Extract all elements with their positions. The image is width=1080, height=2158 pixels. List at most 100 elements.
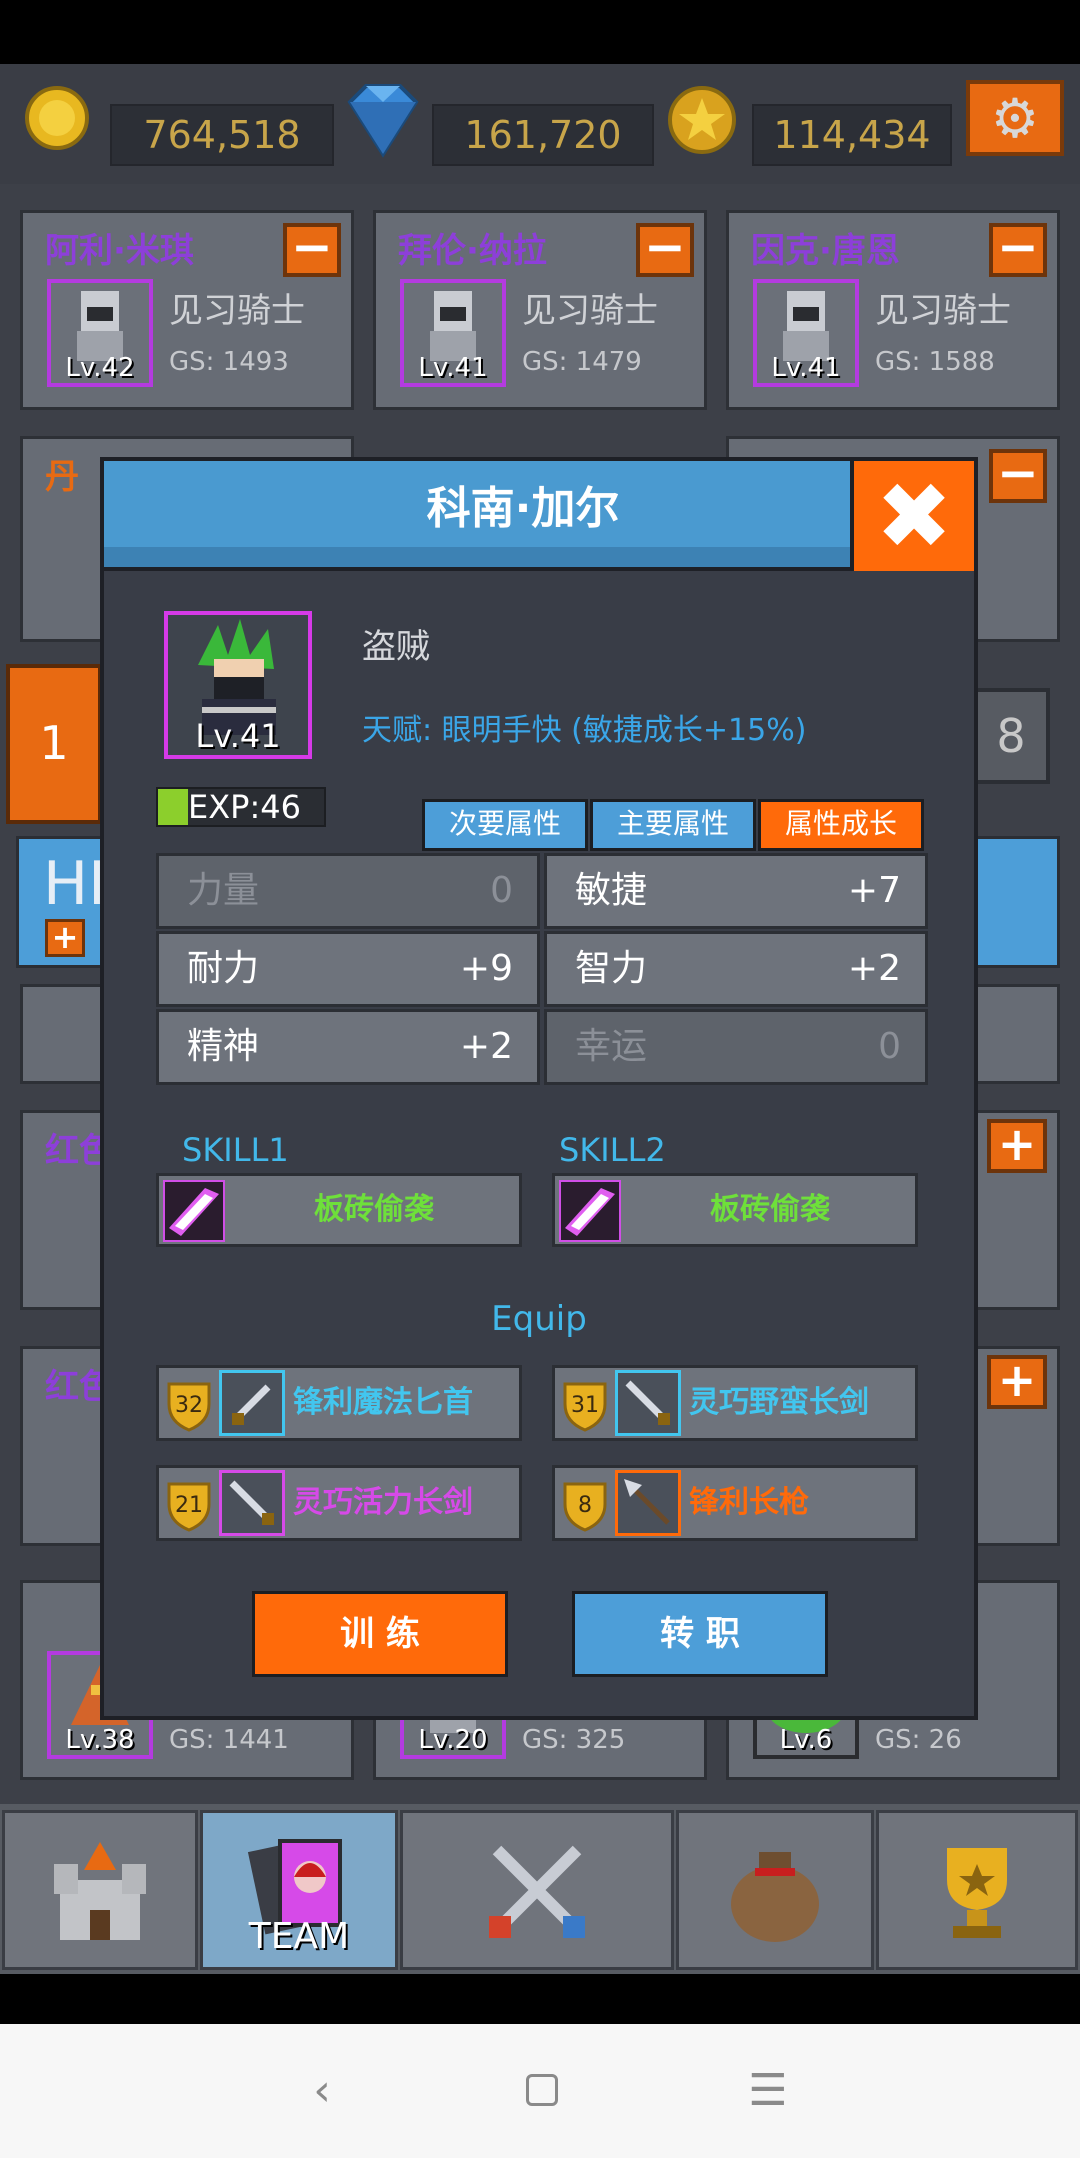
equip-title: Equip [491,1299,587,1339]
bag-icon [731,1852,819,1942]
hero-name: 丹 [45,457,79,497]
equip-level: 32 [175,1392,203,1418]
stat-stamina: 耐力 +9 [156,931,540,1007]
crossed-swords-icon [489,1845,585,1938]
tab-stat-growth[interactable]: 属性成长 [758,799,924,851]
stat-value: +2 [847,948,901,989]
spear-icon [615,1470,681,1536]
nav-castle[interactable] [2,1810,198,1970]
skill1-name: 板砖偷袭 [314,1192,434,1227]
skill2-slot[interactable]: 板砖偷袭 [552,1173,918,1247]
transfer-class-button[interactable]: 转 职 [572,1591,828,1677]
nav-bag[interactable] [676,1810,874,1970]
gold-coin-icon [22,82,100,160]
knight-avatar-icon [783,291,829,361]
resource-bar: 764,518 161,720 114,434 ⚙ [0,64,1080,184]
hero-level: Lv.38 [65,1725,135,1755]
hero-gs: GS: 1588 [875,347,995,377]
gear-icon: ⚙ [990,86,1040,150]
equip-slot[interactable]: 32 锋利魔法匕首 [156,1365,522,1441]
tab-secondary-stats[interactable]: 次要属性 [422,799,588,851]
equip-level: 31 [571,1392,599,1418]
hero-level: Lv.42 [65,353,135,383]
menu-icon[interactable]: ☰ [738,2060,798,2120]
equip-slot[interactable]: 21 灵巧活力长剑 [156,1465,522,1541]
skill1-label: SKILL1 [182,1131,289,1169]
equip-name: 灵巧野蛮长剑 [689,1385,869,1420]
settings-button[interactable]: ⚙ [966,80,1064,156]
banner-text: HI [43,849,106,919]
stat-intelligence: 智力 +2 [544,931,928,1007]
hero-gs: GS: 1493 [169,347,289,377]
exp-text: EXP:46 [188,788,301,826]
trophy-icon [947,1848,1007,1938]
train-button[interactable]: 训 练 [252,1591,508,1677]
hero-card[interactable]: 因克·唐恩 − Lv.41 见习骑士 GS: 1588 [726,210,1060,410]
nav-team[interactable]: TEAM [200,1810,398,1970]
skill2-label: SKILL2 [559,1131,666,1169]
stat-label: 幸运 [575,1026,648,1067]
slash-skill-icon [559,1180,621,1242]
skill1-slot[interactable]: 板砖偷袭 [156,1173,522,1247]
stat-value: 0 [490,870,513,911]
hero-name: 阿利·米琪 [45,231,194,271]
hero-gs: GS: 1479 [522,347,642,377]
hero-level: Lv.41 [418,353,488,383]
hero-gs: GS: 26 [875,1725,962,1755]
equip-slot[interactable]: 8 锋利长枪 [552,1465,918,1541]
equip-name: 灵巧活力长剑 [293,1485,473,1520]
hero-portrait: Lv.41 [400,279,506,387]
hero-card[interactable]: 阿利·米琪 − Lv.42 见习骑士 GS: 1493 [20,210,354,410]
system-nav-bar: ‹ ☰ [0,2024,1080,2158]
close-button[interactable]: ✖ [850,461,974,571]
game-screen: 764,518 161,720 114,434 ⚙ 阿利·米琪 − Lv.42 … [0,64,1080,1974]
dagger-icon [219,1370,285,1436]
stat-value: 0 [878,1026,901,1067]
remove-hero-button[interactable]: − [989,448,1047,503]
nav-team-label: TEAM [248,1916,350,1957]
add-hero-button[interactable]: + [987,1119,1047,1173]
skill2-name: 板砖偷袭 [710,1192,830,1227]
hero-portrait: Lv.41 [753,279,859,387]
modal-header: 科南·加尔 ✖ [104,461,974,571]
star-coin-icon [664,82,742,160]
remove-hero-button[interactable]: − [636,222,694,277]
stat-value: +2 [459,1026,513,1067]
castle-icon [54,1842,146,1940]
tab-primary-stats[interactable]: 主要属性 [590,799,756,851]
page-tab-right[interactable]: 8 [972,688,1050,784]
stat-label: 敏捷 [575,870,648,911]
remove-hero-button[interactable]: − [989,222,1047,277]
hero-name: 拜伦·纳拉 [398,231,547,271]
exp-bar: EXP:46 [156,787,326,827]
stat-spirit: 精神 +2 [156,1009,540,1085]
back-icon[interactable]: ‹ [292,2060,352,2120]
hero-class: 见习骑士 [522,291,658,331]
page-tab-left[interactable]: 1 [6,664,102,824]
shield-level-badge: 21 [165,1478,213,1532]
stat-label: 智力 [575,948,648,989]
equip-level: 8 [578,1492,592,1518]
gold-amount: 764,518 [110,104,334,166]
home-icon[interactable] [512,2060,572,2120]
app: 764,518 161,720 114,434 ⚙ 阿利·米琪 − Lv.42 … [0,0,1080,2158]
hero-portrait: Lv.42 [47,279,153,387]
equip-slot[interactable]: 31 灵巧野蛮长剑 [552,1365,918,1441]
shield-level-badge: 31 [561,1378,609,1432]
hero-talent: 天赋: 眼明手快 (敏捷成长+15%) [362,713,807,748]
shield-level-badge: 32 [165,1378,213,1432]
nav-battle[interactable] [400,1810,674,1970]
stat-value: +7 [847,870,901,911]
add-button[interactable]: + [45,919,85,957]
nav-trophy[interactable] [876,1810,1078,1970]
add-hero-button[interactable]: + [987,1355,1047,1409]
gem-resource: 161,720 [340,84,654,166]
gem-amount: 161,720 [432,104,654,166]
shield-level-badge: 8 [561,1478,609,1532]
longsword-icon [615,1370,681,1436]
close-icon: ✖ [875,462,953,570]
stat-label: 耐力 [187,948,260,989]
stat-luck: 幸运 0 [544,1009,928,1085]
hero-card[interactable]: 拜伦·纳拉 − Lv.41 见习骑士 GS: 1479 [373,210,707,410]
remove-hero-button[interactable]: − [283,222,341,277]
